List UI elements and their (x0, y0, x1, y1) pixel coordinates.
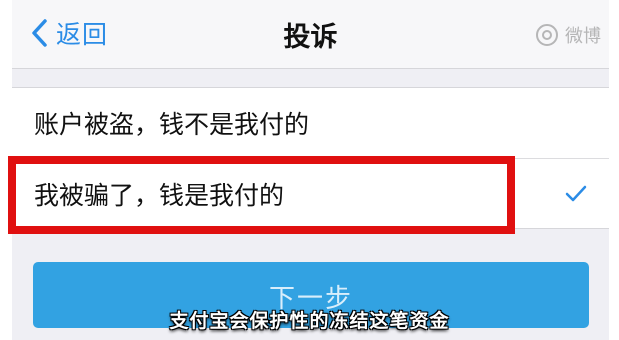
option-account-stolen[interactable]: 账户被盗，钱不是我付的 (12, 88, 609, 158)
option-label: 账户被盗，钱不是我付的 (34, 110, 310, 139)
checkmark-icon (565, 185, 587, 202)
weibo-logo-icon (536, 24, 558, 46)
video-caption: 支付宝会保护性的冻结这笔资金 (169, 310, 450, 332)
red-highlight-box (8, 156, 515, 234)
page-title: 投诉 (283, 22, 338, 53)
weibo-watermark: 微博 (535, 22, 601, 48)
navigation-bar: 返回 投诉 微博 (12, 0, 609, 69)
watermark-text: 微博 (565, 26, 601, 47)
